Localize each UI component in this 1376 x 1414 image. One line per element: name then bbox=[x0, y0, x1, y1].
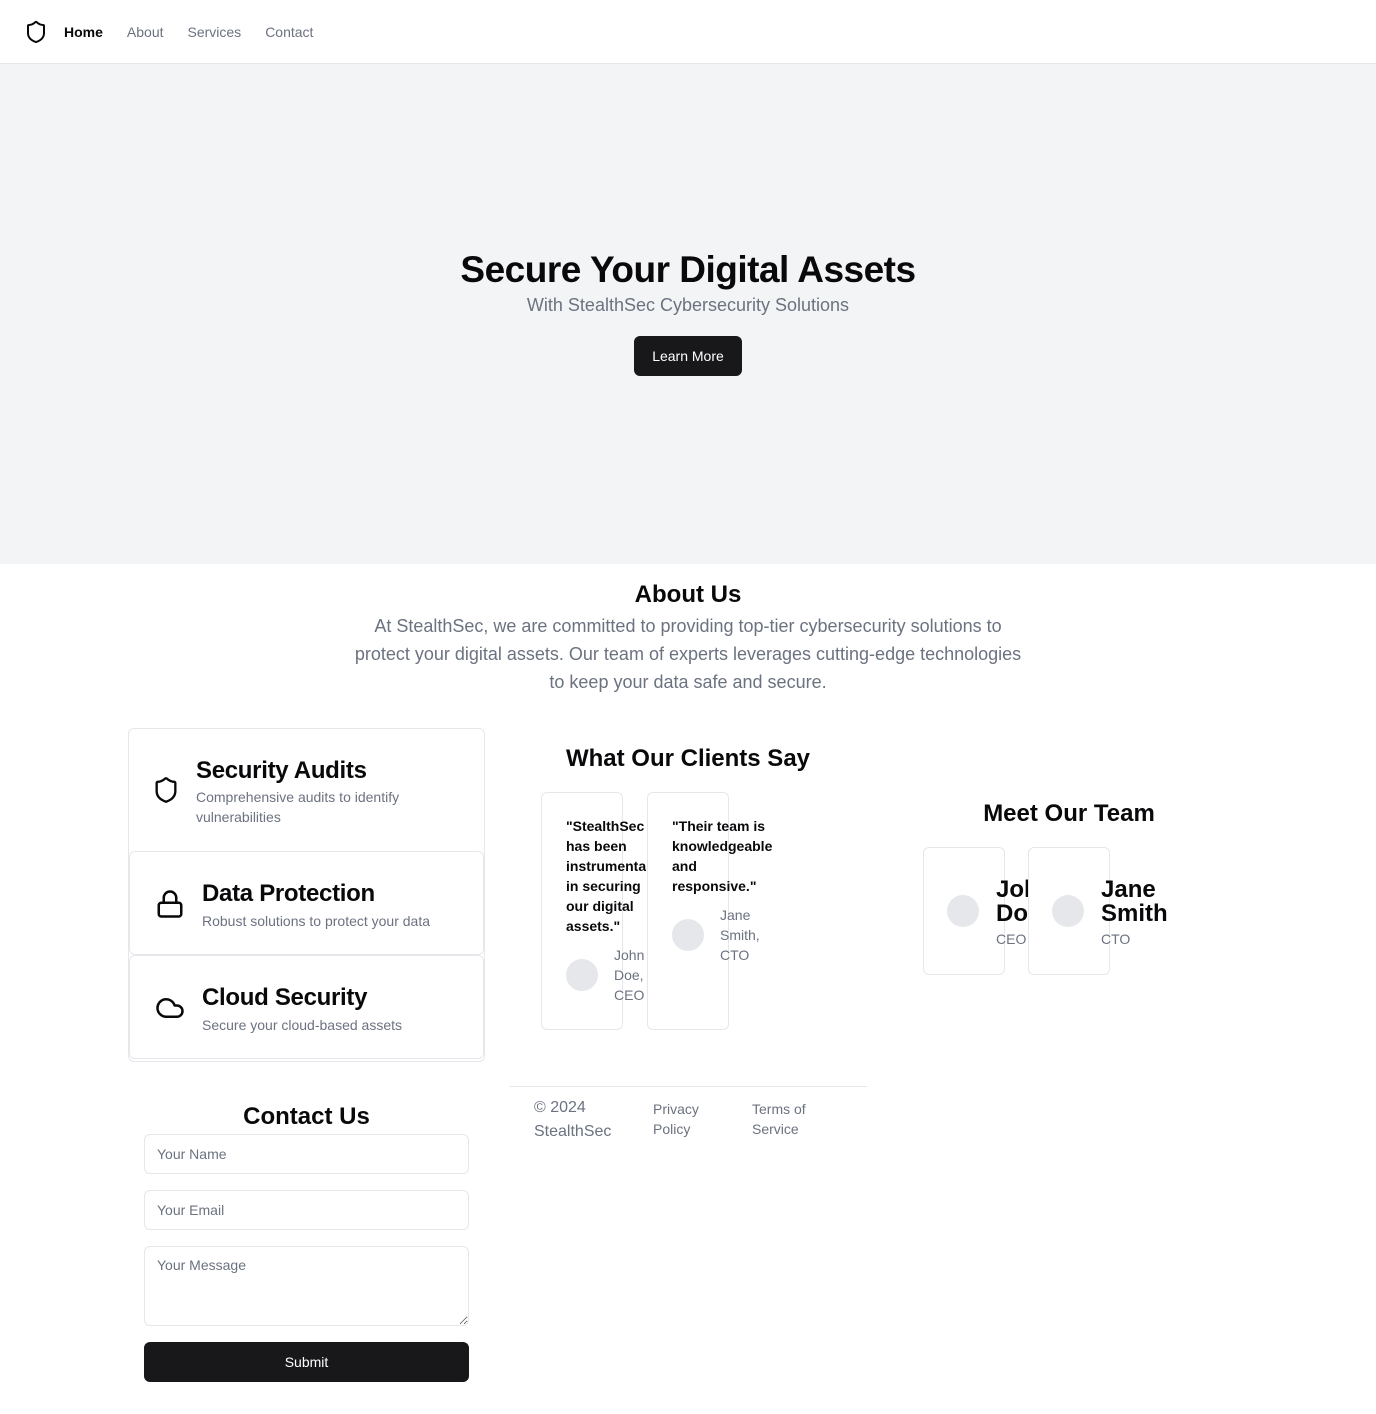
testimonials-title: What Our Clients Say bbox=[565, 745, 811, 772]
service-title: Cloud Security bbox=[202, 984, 368, 1011]
hero-subtitle: With StealthSec Cybersecurity Solutions bbox=[526, 295, 850, 315]
service-card-cloud-security: Cloud Security Secure your cloud-based a… bbox=[129, 955, 484, 1059]
team-member-role: CEO bbox=[996, 931, 1027, 947]
team-title: Meet Our Team bbox=[983, 800, 1155, 827]
nav-contact-link[interactable]: Contact bbox=[265, 22, 313, 42]
message-textarea[interactable] bbox=[144, 1246, 469, 1326]
avatar bbox=[947, 895, 979, 927]
privacy-policy-link[interactable]: Privacy Policy bbox=[653, 1099, 713, 1139]
service-description: Comprehensive audits to identify vulnera… bbox=[196, 789, 400, 825]
hero-section: Secure Your Digital Assets With StealthS… bbox=[0, 64, 1376, 564]
footer-divider bbox=[510, 1086, 867, 1087]
about-text: At StealthSec, we are committed to provi… bbox=[354, 616, 1022, 692]
service-description: Secure your cloud-based assets bbox=[202, 1017, 402, 1033]
avatar bbox=[672, 919, 704, 951]
team-member-role: CTO bbox=[1101, 931, 1131, 947]
shield-icon[interactable] bbox=[24, 20, 48, 44]
avatar bbox=[566, 959, 598, 991]
nav-home-link[interactable]: Home bbox=[64, 22, 103, 42]
site-header: Home About Services Contact bbox=[0, 0, 1376, 64]
testimonial-author: John Doe, CEO bbox=[614, 947, 645, 1003]
testimonial-quote: "StealthSec has been instrumental in sec… bbox=[566, 818, 646, 934]
name-input[interactable] bbox=[144, 1134, 469, 1174]
testimonial-content: "Their team is knowledgeable and respons… bbox=[672, 816, 792, 1016]
team-member-name: Jane Smith bbox=[1101, 876, 1168, 927]
about-title: About Us bbox=[634, 581, 742, 608]
service-card-data-protection: Data Protection Robust solutions to prot… bbox=[129, 851, 484, 955]
nav-about-link[interactable]: About bbox=[127, 22, 164, 42]
team-member-name: John Doe bbox=[996, 878, 1028, 927]
service-description: Robust solutions to protect your data bbox=[202, 913, 431, 929]
testimonial-content: "StealthSec has been instrumental in sec… bbox=[566, 816, 646, 1016]
main-nav: Home About Services Contact bbox=[64, 22, 313, 42]
team-member-text: John Doe CEO bbox=[996, 878, 1028, 958]
nav-services-link[interactable]: Services bbox=[188, 22, 242, 42]
copyright-text: © 2024 StealthSec bbox=[534, 1099, 612, 1140]
email-input[interactable] bbox=[144, 1190, 469, 1230]
service-card-security-audits: Security Audits Comprehensive audits to … bbox=[128, 728, 485, 852]
testimonial-author: Jane Smith, CTO bbox=[720, 907, 760, 963]
service-title: Data Protection bbox=[202, 880, 375, 907]
service-title: Security Audits bbox=[196, 757, 367, 784]
learn-more-button[interactable]: Learn More bbox=[634, 336, 742, 376]
avatar bbox=[1052, 895, 1084, 927]
cloud-icon bbox=[156, 998, 184, 1018]
terms-of-service-link[interactable]: Terms of Service bbox=[752, 1099, 822, 1139]
shield-icon bbox=[155, 777, 177, 803]
submit-button[interactable]: Submit bbox=[144, 1342, 469, 1382]
testimonial-quote: "Their team is knowledgeable and respons… bbox=[672, 818, 773, 894]
contact-title: Contact Us bbox=[243, 1103, 370, 1130]
hero-title: Secure Your Digital Assets bbox=[460, 249, 916, 290]
lock-icon bbox=[157, 890, 183, 918]
